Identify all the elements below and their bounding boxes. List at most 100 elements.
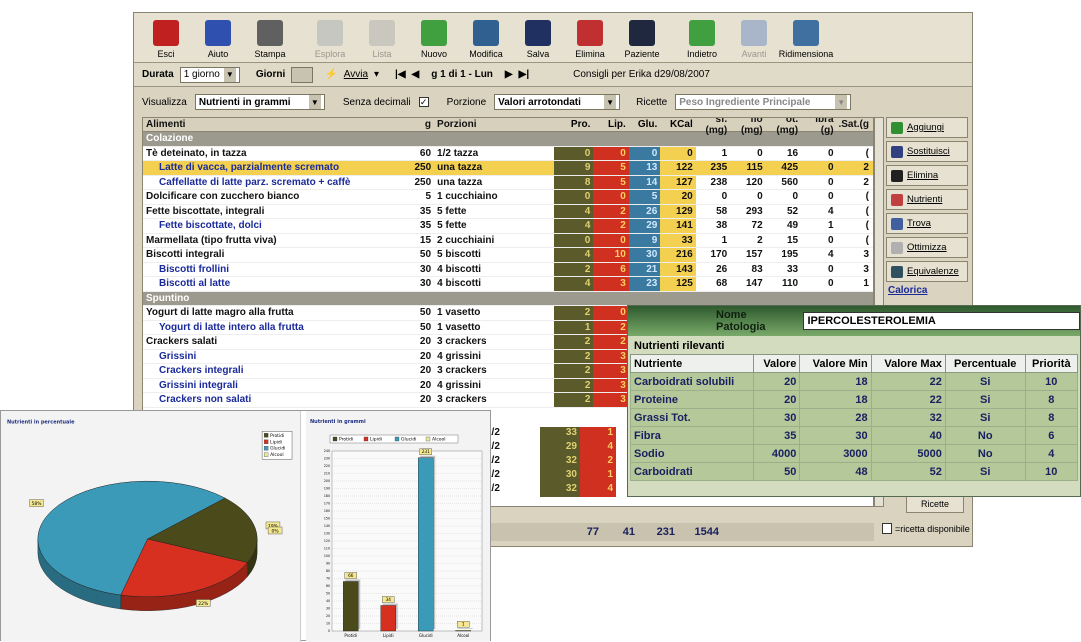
avvia-button[interactable]: Avvia [344, 69, 368, 80]
plus-icon [891, 121, 903, 134]
bar-y-tick-label: 80 [326, 569, 330, 573]
calorica-link[interactable]: Calorica [886, 285, 968, 296]
food-row[interactable]: Latte di vacca, parzialmente scremato 250… [143, 161, 873, 176]
nutriente-col-header[interactable]: Valore Min [799, 354, 872, 373]
ricette-select[interactable]: Peso Ingrediente Principale ▼ [675, 94, 852, 110]
cell-c3: 560 [781, 176, 799, 188]
action-trova-button[interactable]: Trova [886, 213, 968, 234]
prev-page-icon[interactable]: ◀ [412, 69, 420, 80]
col-porzioni[interactable]: Porzioni [434, 119, 554, 130]
action-sostituisci-button[interactable]: Sostituisci [886, 141, 968, 162]
col-5[interactable]: .Sat.(g [838, 119, 873, 130]
toolbar-indietro-button[interactable]: Indietro [676, 14, 728, 62]
bar-y-tick-label: 230 [324, 457, 330, 461]
action-nutrienti-button[interactable]: Nutrienti [886, 189, 968, 210]
food-row[interactable]: Biscotti frollini 30 4 biscotti 2 6 21 143 26 83… [143, 262, 873, 277]
action-equivalenze-button[interactable]: Equivalenze [886, 261, 968, 282]
section-title: Spuntino [146, 292, 190, 304]
toolbar-avanti-button[interactable]: Avanti [728, 14, 780, 62]
toolbar-modifica-button[interactable]: Modifica [460, 14, 512, 62]
toolbar-ridimensiona-button[interactable]: Ridimensiona [779, 14, 833, 62]
col-kcal[interactable]: KCal [660, 118, 696, 131]
bar-y-tick-label: 200 [324, 479, 330, 483]
cell-c2: 0 [757, 191, 763, 203]
bar-y-tick-label: 120 [324, 539, 330, 543]
cell-pro: 4 [554, 204, 594, 218]
bar-y-tick-label: 170 [324, 502, 330, 506]
food-row[interactable]: Biscotti al latte 30 4 biscotti 4 3 23 125 68 14… [143, 277, 873, 292]
food-row[interactable]: Fette biscottate, dolci 35 5 fette 4 2 29 141 3… [143, 219, 873, 234]
col-1[interactable]: sf. (mg) [696, 118, 731, 136]
cell-name: Tè deteinato, in tazza [146, 147, 247, 159]
bar-legend-swatch [394, 436, 400, 442]
col-3[interactable]: ot. (mg) [767, 118, 802, 136]
visualizza-select[interactable]: Nutrienti in grammi ▼ [194, 94, 325, 110]
cell-por: 2 cucchiaini [437, 234, 495, 246]
last-page-icon[interactable]: ▶| [519, 69, 530, 80]
food-row[interactable]: Fette biscottate, integrali 35 5 fette 4 2 26… [143, 204, 873, 219]
cell-c1: 170 [710, 249, 728, 261]
nutriente-col-header[interactable]: Percentuale [944, 354, 1026, 373]
col-pro[interactable]: Pro. [554, 118, 594, 131]
durata-select[interactable]: 1 giorno ▼ [179, 66, 240, 83]
nutriente-col-header[interactable]: Priorità [1024, 354, 1079, 373]
toolbar-nuovo-button[interactable]: Nuovo [408, 14, 460, 62]
nutriente-row[interactable]: Grassi Tot. 30 28 32 Si 8 [629, 408, 1079, 427]
cell-pro: 0 [554, 146, 594, 160]
cell-name: Latte di vacca, parzialmente scremato [159, 162, 340, 174]
first-page-icon[interactable]: |◀ [395, 69, 406, 80]
cell-c3: 110 [781, 278, 799, 290]
action-aggiungi-button[interactable]: Aggiungi [886, 117, 968, 138]
nutriente-row[interactable]: Fibra 35 30 40 No 6 [629, 426, 1079, 445]
cell-name: Marmellata (tipo frutta viva) [146, 234, 277, 246]
toolbar-lista-button[interactable]: Lista [356, 14, 408, 62]
cell-c2: 115 [746, 162, 763, 174]
nutriente-row[interactable]: Carboidrati 50 48 52 Si 10 [629, 462, 1079, 481]
nutriente-cell: Grassi Tot. [629, 408, 755, 427]
food-row[interactable]: Marmellata (tipo frutta viva) 15 2 cucchia… [143, 233, 873, 248]
nutriente-col-header[interactable]: Nutriente [629, 354, 755, 373]
cell-kcal: 125 [660, 277, 696, 291]
toolbar-esplora-button[interactable]: Esplora [304, 14, 356, 62]
food-row[interactable]: Tè deteinato, in tazza 60 1/2 tazza 0 0 0 0 1 0 1… [143, 146, 873, 161]
nutriente-row[interactable]: Proteine 20 18 22 Si 8 [629, 390, 1079, 409]
toolbar-paziente-button[interactable]: Paziente [616, 14, 668, 62]
partial-row: 1/2 33 1 [484, 427, 624, 441]
nutriente-col-header[interactable]: Valore [753, 354, 801, 373]
patologia-field[interactable]: IPERCOLESTEROLEMIA [803, 312, 1080, 330]
food-row[interactable]: Dolcificare con zucchero bianco 5 1 cucchi… [143, 190, 873, 205]
col-glu[interactable]: Glu. [628, 118, 661, 131]
col-g[interactable]: g [401, 119, 434, 130]
col-2[interactable]: fio (mg) [731, 118, 766, 136]
col-lip[interactable]: Lip. [593, 118, 629, 131]
col-alimenti[interactable]: Alimenti [143, 119, 401, 130]
porzione-select[interactable]: Valori arrotondati ▼ [494, 94, 621, 110]
equivalence-icon [891, 265, 903, 278]
nutriente-cell: No [944, 444, 1026, 463]
col-4[interactable]: ibra (g) [802, 118, 837, 136]
cell-lip: 1 [580, 469, 616, 483]
toolbar-esci-button[interactable]: Esci [140, 14, 192, 62]
cell-por: 1/2 [484, 441, 540, 455]
next-page-icon[interactable]: ▶ [505, 69, 513, 80]
ricette-button[interactable]: Ricette [906, 495, 964, 513]
nutriente-row[interactable]: Carboidrati solubili 20 18 22 Si 10 [629, 372, 1079, 391]
toolbar-stampa-button[interactable]: Stampa [244, 14, 296, 62]
meal-section-row[interactable]: Spuntino [143, 291, 873, 306]
toolbar-salva-button[interactable]: Salva [512, 14, 564, 62]
food-row[interactable]: Biscotti integrali 50 5 biscotti 4 10 30 216 17… [143, 248, 873, 263]
nutriente-row[interactable]: Sodio 4000 3000 5000 No 4 [629, 444, 1079, 463]
food-row[interactable]: Caffellatte di latte parz. scremato + ca… [143, 175, 873, 190]
nutriente-col-header[interactable]: Valore Max [870, 354, 946, 373]
avvia-dropdown-icon[interactable]: ▾ [374, 69, 379, 80]
giorni-input[interactable] [291, 66, 314, 83]
cell-c5: ( [865, 147, 869, 159]
senza-decimali-checkbox[interactable]: ✓ [418, 97, 429, 107]
bar-data-label: 231 [419, 448, 432, 455]
action-ottimizza-button[interactable]: Ottimizza [886, 237, 968, 258]
toolbar-aiuto-button[interactable]: Aiuto [192, 14, 244, 62]
cell-lip: 5 [593, 161, 629, 175]
toolbar-elimina-button[interactable]: Elimina [564, 14, 616, 62]
ricetta-note-text: =ricetta disponibile [895, 523, 970, 534]
action-elimina-button[interactable]: Elimina [886, 165, 968, 186]
